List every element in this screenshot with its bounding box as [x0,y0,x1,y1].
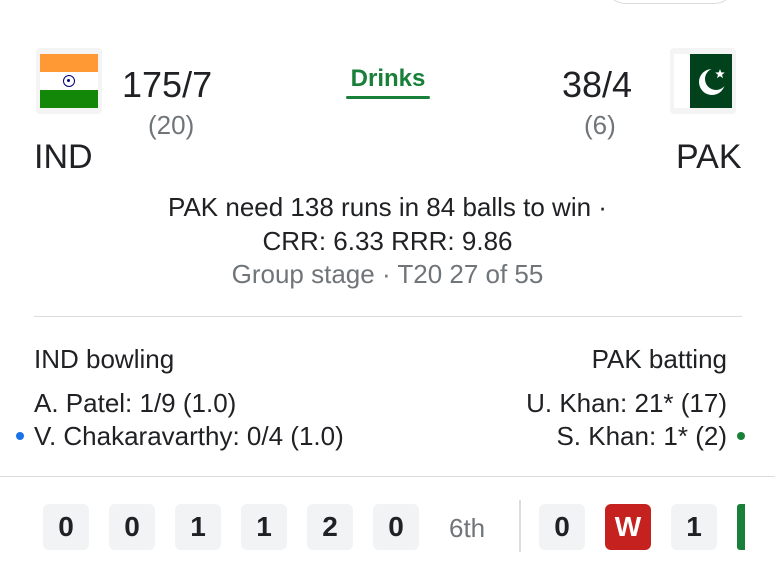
bowler-row: V. Chakaravarthy: 0/4 (1.0) [34,421,344,451]
bowling-title: IND bowling [34,344,175,374]
team2-name[interactable]: PAK [676,138,742,177]
ball-chip: 2 [307,504,353,550]
batting-title: PAK batting [591,344,727,374]
next-ball-chip-partial [737,504,745,550]
top-partial-button[interactable] [604,0,736,4]
on-strike-dot [737,432,745,440]
run-rates: CRR: 6.33 RRR: 9.86 [262,226,513,256]
batter-row: S. Khan: 1* (2) [556,421,727,451]
match-stage[interactable]: Group stage · T20 27 of 55 [0,259,775,290]
match-status: Drinks [346,65,430,99]
ball-chip: 0 [539,504,585,550]
batter-row: U. Khan: 21* (17) [526,388,727,418]
match-status-label: Drinks [350,65,426,92]
team1-score: 175/7 [122,64,213,105]
over-label: 6th [449,513,486,543]
ball-chip: 0 [109,504,155,550]
match-summary: PAK need 138 runs in 84 balls to win · [168,192,607,222]
ball-chip: 0 [373,504,419,550]
current-bowler-dot [16,432,24,440]
india-flag-icon [36,48,102,114]
ball-chip: 0 [43,504,89,550]
ball-chip: 1 [241,504,287,550]
team1-name[interactable]: IND [34,138,93,177]
team2-overs: (6) [584,110,616,140]
wicket-ball-chip: W [605,504,651,550]
bowler-row: A. Patel: 1/9 (1.0) [34,388,237,418]
team1-overs: (20) [148,110,195,140]
pakistan-flag-icon [670,48,736,114]
status-underline [346,96,430,99]
ball-chip: 1 [671,504,717,550]
ball-chip: 1 [175,504,221,550]
team2-score: 38/4 [562,64,633,105]
over-separator [519,500,521,552]
section-divider [34,316,742,317]
timeline-divider [0,476,775,477]
